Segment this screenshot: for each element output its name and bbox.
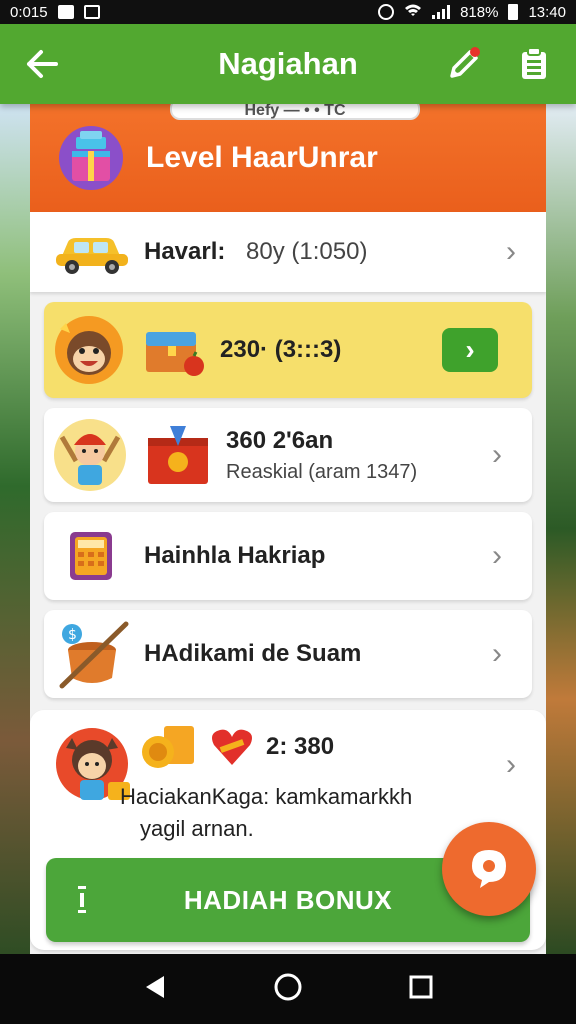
- battery-icon: [508, 4, 519, 20]
- notification-square-icon: [83, 5, 100, 19]
- level-title: Level HaarUnrar: [146, 141, 378, 174]
- bonus-amount: 2: 380: [266, 733, 335, 760]
- car-icon: [56, 238, 128, 274]
- list-item-highlighted[interactable]: 230· (3:::3) ›: [44, 302, 532, 398]
- chat-fab-button[interactable]: [442, 822, 536, 916]
- status-time-left: 0:015: [10, 3, 48, 21]
- chevron-right-icon: ›: [492, 637, 502, 670]
- drum-row-label: HAdikami de Suam: [144, 640, 362, 667]
- clipboard-button[interactable]: [514, 44, 554, 84]
- circle-home-icon: [274, 973, 302, 1000]
- heart-icon: [212, 729, 252, 765]
- chevron-right-icon: ›: [492, 539, 502, 572]
- square-recents-icon: [409, 975, 433, 998]
- car-row-label: Havarl:: [144, 238, 226, 265]
- background-scenery-left: [0, 104, 32, 954]
- nav-home-button[interactable]: [273, 972, 303, 1007]
- medal-box-icon: [148, 426, 208, 484]
- notification-icon: [57, 5, 74, 19]
- pencil-icon: [450, 47, 480, 78]
- clipboard-icon: [522, 47, 546, 79]
- svg-text:$: $: [68, 627, 77, 643]
- calculator-row-label: Hainhla Hakriap: [144, 542, 326, 569]
- chat-icon: [472, 850, 506, 888]
- back-button[interactable]: [22, 44, 62, 84]
- bonus-info-content: 2: 380 HaciakanKaga: kamkamarkkh yagil a…: [120, 722, 412, 842]
- calculator-row-text: Hainhla Hakriap: [144, 542, 325, 570]
- wifi-icon: [404, 3, 422, 21]
- alarm-icon: [378, 4, 395, 20]
- chevron-right-icon: ›: [492, 438, 502, 471]
- coin-icon: [142, 726, 194, 768]
- edit-button[interactable]: [444, 44, 484, 84]
- signal-icon: [432, 5, 451, 19]
- list-item-calculator[interactable]: Hainhla Hakriap ›: [44, 512, 532, 600]
- chevron-right-icon: ›: [506, 235, 516, 268]
- highlighted-row-text: 230· (3:::3): [220, 336, 341, 364]
- treasure-chest-icon: [146, 332, 204, 376]
- pirate-avatar-icon: [54, 419, 126, 491]
- bonus-info-line1: HaciakanKaga: kamkamarkkh: [120, 784, 413, 809]
- app-bar: Nagiahan: [0, 24, 576, 104]
- info-icon: [78, 886, 86, 913]
- background-scenery-right: [546, 104, 576, 954]
- list-item-car[interactable]: Havarl: 80y (1:050) ›: [30, 212, 546, 292]
- car-row-value: 80y (1:050): [246, 238, 368, 265]
- calculator-icon: [70, 532, 112, 580]
- monkey-avatar-icon: [55, 316, 123, 384]
- reward-row-subtitle: Reaskial (aram 1347): [226, 460, 418, 483]
- bonus-info-line2: yagil arnan.: [140, 816, 254, 841]
- drum-row-text: HAdikami de Suam: [144, 640, 361, 668]
- nav-recents-button[interactable]: [408, 974, 434, 1005]
- status-bar: 0:015 818% 13:40: [0, 0, 576, 24]
- app-actions: [444, 44, 554, 84]
- nav-back-button[interactable]: [142, 974, 168, 1005]
- chevron-right-icon: ›: [506, 748, 516, 781]
- status-time-right: 13:40: [528, 3, 566, 21]
- bonus-button-label: HADIAH BONUX: [183, 884, 393, 915]
- arrow-left-icon: [27, 50, 58, 78]
- reward-row-title: 360 2'6an: [226, 426, 334, 454]
- system-nav-bar: [0, 954, 576, 1024]
- go-button[interactable]: ›: [442, 328, 498, 372]
- status-left: 0:015: [10, 4, 100, 21]
- gift-box-icon: [59, 126, 123, 190]
- list-item-reward[interactable]: 360 2'6an Reaskial (aram 1347) ›: [44, 408, 532, 502]
- battery-percent: 818%: [460, 3, 499, 21]
- highlighted-row-label: 230· (3:::3): [220, 336, 342, 363]
- reward-row-text: 360 2'6an Reaskial (aram 1347): [226, 427, 417, 484]
- drum-icon: $: [59, 621, 129, 689]
- car-row-text: Havarl: 80y (1:050): [144, 238, 367, 266]
- status-right: 818% 13:40: [378, 3, 566, 21]
- triangle-back-icon: [146, 975, 165, 998]
- list-item-drum[interactable]: $ HAdikami de Suam ›: [44, 610, 532, 698]
